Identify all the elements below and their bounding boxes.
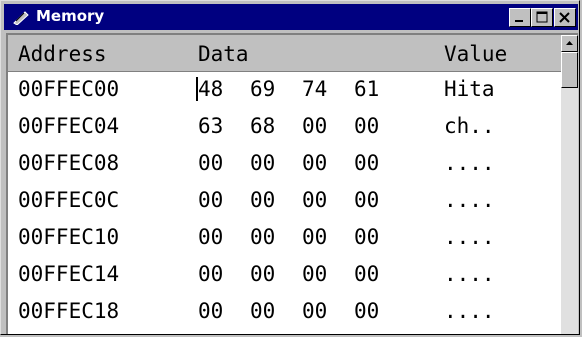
table-row[interactable]: 00FFEC08 00 00 00 00.... — [18, 146, 558, 180]
data-byte-cell[interactable]: 00 — [198, 220, 223, 254]
data-byte-cell[interactable]: 00 — [302, 294, 327, 328]
table-row[interactable]: 00FFEC18 00 00 00 00.... — [18, 294, 558, 328]
scroll-up-icon — [566, 41, 573, 45]
data-byte-cell[interactable]: 69 — [250, 72, 275, 106]
table-row[interactable]: 00FFEC0C 00 00 00 00.... — [18, 183, 558, 217]
minimize-icon — [515, 20, 523, 22]
address-cell: 00FFEC14 — [18, 262, 120, 286]
value-cell: ch.. — [444, 114, 495, 138]
data-byte-cell[interactable]: 74 — [302, 72, 327, 106]
address-cell: 00FFEC08 — [18, 151, 120, 175]
scroll-thumb[interactable] — [561, 52, 578, 88]
value-cell: Hita — [444, 77, 495, 101]
memory-view[interactable]: Address Data Value 00FFEC00 48 69 74 61 Hita 0… — [6, 33, 578, 334]
memory-table[interactable]: Address Data Value 00FFEC00 48 69 74 61 Hita 0… — [8, 35, 561, 334]
maximize-button[interactable] — [531, 8, 553, 27]
data-byte-cell[interactable]: 00 — [250, 294, 275, 328]
data-byte-cell[interactable]: 00 — [250, 183, 275, 217]
close-button[interactable] — [554, 8, 576, 27]
data-byte-cell[interactable]: 00 — [302, 146, 327, 180]
window-title: Memory — [36, 7, 105, 25]
data-byte-cell[interactable]: 00 — [198, 294, 223, 328]
data-byte-cell[interactable]: 00 — [302, 183, 327, 217]
data-byte-cell[interactable]: 68 — [250, 109, 275, 143]
address-cell: 00FFEC10 — [18, 225, 120, 249]
data-byte-cell[interactable]: 00 — [302, 257, 327, 291]
data-byte-cell[interactable]: 63 — [198, 109, 223, 143]
value-cell: .... — [444, 262, 495, 286]
data-byte-cell[interactable]: 00 — [354, 183, 379, 217]
table-row[interactable]: 00FFEC10 00 00 00 00.... — [18, 220, 558, 254]
minimize-button[interactable] — [509, 8, 531, 27]
data-byte-cell[interactable]: 00 — [250, 257, 275, 291]
maximize-icon — [536, 11, 548, 23]
value-cell: .... — [444, 299, 495, 323]
memory-window: Memory Address Data Value 00FFEC00 48 69… — [0, 0, 580, 335]
data-byte-cell[interactable]: 00 — [302, 220, 327, 254]
header-address: Address — [18, 42, 107, 66]
data-byte-cell[interactable]: 00 — [354, 146, 379, 180]
data-byte-cell[interactable]: 00 — [198, 183, 223, 217]
address-cell: 00FFEC0C — [18, 188, 120, 212]
table-header: Address Data Value — [8, 35, 561, 72]
data-byte-cell[interactable]: 00 — [198, 257, 223, 291]
value-cell: .... — [444, 225, 495, 249]
data-byte-cell[interactable]: 00 — [354, 257, 379, 291]
data-byte-cell[interactable]: 00 — [354, 294, 379, 328]
table-row[interactable]: 00FFEC00 48 69 74 61 Hita — [18, 72, 558, 106]
close-icon — [559, 12, 570, 23]
text-caret — [196, 77, 198, 101]
data-byte-cell[interactable]: 00 — [354, 109, 379, 143]
header-value: Value — [444, 42, 508, 66]
memory-window-icon — [12, 9, 30, 26]
address-cell: 00FFEC18 — [18, 299, 120, 323]
data-byte-cell[interactable]: 00 — [354, 220, 379, 254]
value-cell: .... — [444, 151, 495, 175]
vertical-scrollbar[interactable] — [561, 35, 578, 334]
header-data: Data — [198, 42, 249, 66]
scroll-up-button[interactable] — [561, 35, 578, 52]
value-cell: .... — [444, 188, 495, 212]
title-bar[interactable]: Memory — [4, 4, 578, 30]
data-byte-cell[interactable]: 00 — [250, 220, 275, 254]
data-byte-cell[interactable]: 00 — [250, 146, 275, 180]
data-byte-cell[interactable]: 00 — [302, 109, 327, 143]
table-row[interactable]: 00FFEC04 63 68 00 00 ch.. — [18, 109, 558, 143]
data-byte-cell[interactable]: 61 — [354, 72, 379, 106]
table-row[interactable]: 00FFEC14 00 00 00 00.... — [18, 257, 558, 291]
data-byte-cell[interactable]: 48 — [198, 72, 223, 106]
address-cell: 00FFEC00 — [18, 77, 120, 101]
data-byte-cell[interactable]: 00 — [198, 146, 223, 180]
address-cell: 00FFEC04 — [18, 114, 120, 138]
